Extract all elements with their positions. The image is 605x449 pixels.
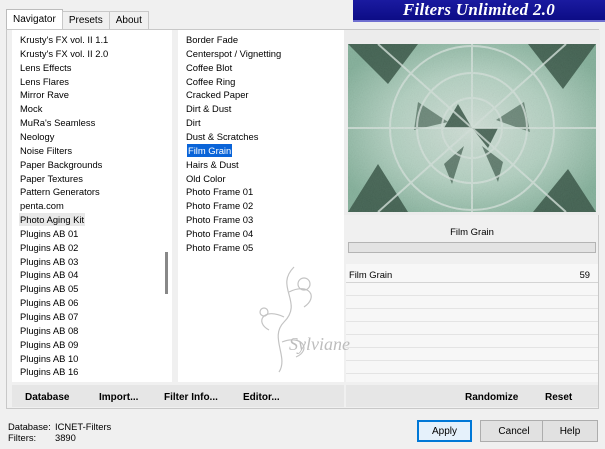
help-button[interactable]: Help — [542, 420, 598, 442]
randomize-button[interactable]: Randomize — [465, 392, 518, 403]
reset-button[interactable]: Reset — [545, 392, 572, 403]
import-button[interactable]: Import... — [99, 392, 138, 403]
category-list-item[interactable]: Noise Filters — [19, 144, 73, 157]
category-scroll-thumb[interactable] — [165, 252, 168, 294]
category-list-item[interactable]: Plugins AB 10 — [19, 352, 79, 365]
filter-list-item[interactable]: Photo Frame 01 — [185, 185, 254, 198]
tab-bar: Navigator Presets About — [6, 9, 149, 29]
filter-list-item[interactable]: Coffee Blot — [185, 61, 233, 74]
database-label: Database: — [8, 421, 51, 432]
film-grain-slider[interactable] — [346, 282, 598, 283]
category-list-item[interactable]: MuRa's Seamless — [19, 116, 96, 129]
filter-list[interactable]: Border Fade Centerspot / Vignetting Coffee… — [178, 30, 344, 382]
preview-graphic — [348, 44, 596, 212]
filter-list-item[interactable]: Photo Frame 03 — [185, 213, 254, 226]
apply-button[interactable]: Apply — [417, 420, 472, 442]
parameter-row-divider — [346, 347, 598, 348]
category-list-item[interactable]: Krusty's FX vol. II 1.1 — [19, 33, 109, 46]
app-title-banner: Filters Unlimited 2.0 — [353, 0, 605, 22]
tab-presets[interactable]: Presets — [61, 11, 110, 29]
category-list-item[interactable]: Plugins AB 04 — [19, 268, 79, 281]
cancel-button[interactable]: Cancel — [480, 420, 548, 442]
filter-list-item[interactable]: Film Grain — [187, 143, 233, 157]
filter-list-item[interactable]: Photo Frame 02 — [185, 199, 254, 212]
parameter-row-divider — [346, 360, 598, 361]
category-list[interactable]: Krusty's FX vol. II 1.1 Krusty's FX vol. … — [12, 30, 172, 382]
parameter-row-divider — [346, 308, 598, 309]
category-list-item[interactable]: Plugins AB 07 — [19, 310, 79, 323]
film-grain-slider-value[interactable]: 59 — [570, 269, 590, 280]
tab-navigator-label: Navigator — [13, 14, 56, 25]
parameter-row-divider — [346, 334, 598, 335]
category-list-item[interactable]: Plugins AB 03 — [19, 255, 79, 268]
tab-about[interactable]: About — [108, 11, 149, 29]
category-list-item[interactable]: Plugins AB 16 — [19, 365, 79, 378]
category-list-item[interactable]: Mirror Rave — [19, 88, 70, 101]
category-scrollbar[interactable] — [161, 30, 171, 382]
tab-about-label: About — [115, 15, 142, 26]
category-list-item[interactable]: Plugins AB 05 — [19, 282, 79, 295]
category-list-item[interactable]: penta.com — [19, 199, 65, 212]
filter-list-item[interactable]: Dirt & Dust — [185, 102, 232, 115]
parameter-row-divider — [346, 295, 598, 296]
category-list-item[interactable]: Plugins AB 21 — [19, 379, 79, 382]
filters-count-value: 3890 — [55, 432, 76, 443]
filter-info-button[interactable]: Filter Info... — [164, 392, 218, 403]
filter-list-item[interactable]: Cracked Paper — [185, 88, 250, 101]
database-value: ICNET-Filters — [55, 421, 112, 432]
category-list-item[interactable]: Paper Backgrounds — [19, 158, 103, 171]
category-list-item[interactable]: Mock — [19, 102, 43, 115]
app-title: Filters Unlimited 2.0 — [402, 0, 556, 19]
filter-list-item[interactable]: Coffee Ring — [185, 75, 236, 88]
filter-list-item[interactable]: Photo Frame 05 — [185, 241, 254, 254]
category-list-item[interactable]: Plugins AB 06 — [19, 296, 79, 309]
apply-button-label: Apply — [431, 425, 457, 437]
help-button-label: Help — [559, 425, 581, 437]
filter-list-item[interactable]: Dirt — [185, 116, 202, 129]
parameter-row-divider — [346, 321, 598, 322]
filter-list-item[interactable]: Centerspot / Vignetting — [185, 47, 282, 60]
category-list-item[interactable]: Plugins AB 02 — [19, 241, 79, 254]
filter-list-item[interactable]: Border Fade — [185, 33, 239, 46]
filters-count-label: Filters: — [8, 432, 37, 443]
category-list-item[interactable]: Paper Textures — [19, 172, 84, 185]
category-list-item[interactable]: Photo Aging Kit — [19, 213, 86, 227]
database-button[interactable]: Database — [25, 392, 69, 403]
selected-filter-name: Film Grain — [450, 227, 494, 238]
category-list-item[interactable]: Lens Flares — [19, 75, 70, 88]
filter-list-item[interactable]: Old Color — [185, 172, 227, 185]
editor-button[interactable]: Editor... — [243, 392, 280, 403]
parameter-row-divider — [346, 373, 598, 374]
category-list-item[interactable]: Pattern Generators — [19, 185, 101, 198]
category-list-item[interactable]: Plugins AB 09 — [19, 338, 79, 351]
category-list-item[interactable]: Lens Effects — [19, 61, 72, 74]
progress-bar — [348, 242, 596, 253]
filter-list-item[interactable]: Photo Frame 04 — [185, 227, 254, 240]
tab-presets-label: Presets — [68, 15, 103, 26]
tab-navigator[interactable]: Navigator — [6, 9, 63, 29]
category-list-item[interactable]: Krusty's FX vol. II 2.0 — [19, 47, 109, 60]
filter-list-item[interactable]: Hairs & Dust — [185, 158, 240, 171]
cancel-button-label: Cancel — [498, 425, 530, 437]
filter-list-item[interactable]: Dust & Scratches — [185, 130, 259, 143]
preview-image[interactable] — [348, 44, 596, 212]
category-list-item[interactable]: Plugins AB 08 — [19, 324, 79, 337]
category-list-item[interactable]: Neology — [19, 130, 55, 143]
film-grain-slider-label: Film Grain — [349, 269, 393, 280]
category-list-item[interactable]: Plugins AB 01 — [19, 227, 79, 240]
